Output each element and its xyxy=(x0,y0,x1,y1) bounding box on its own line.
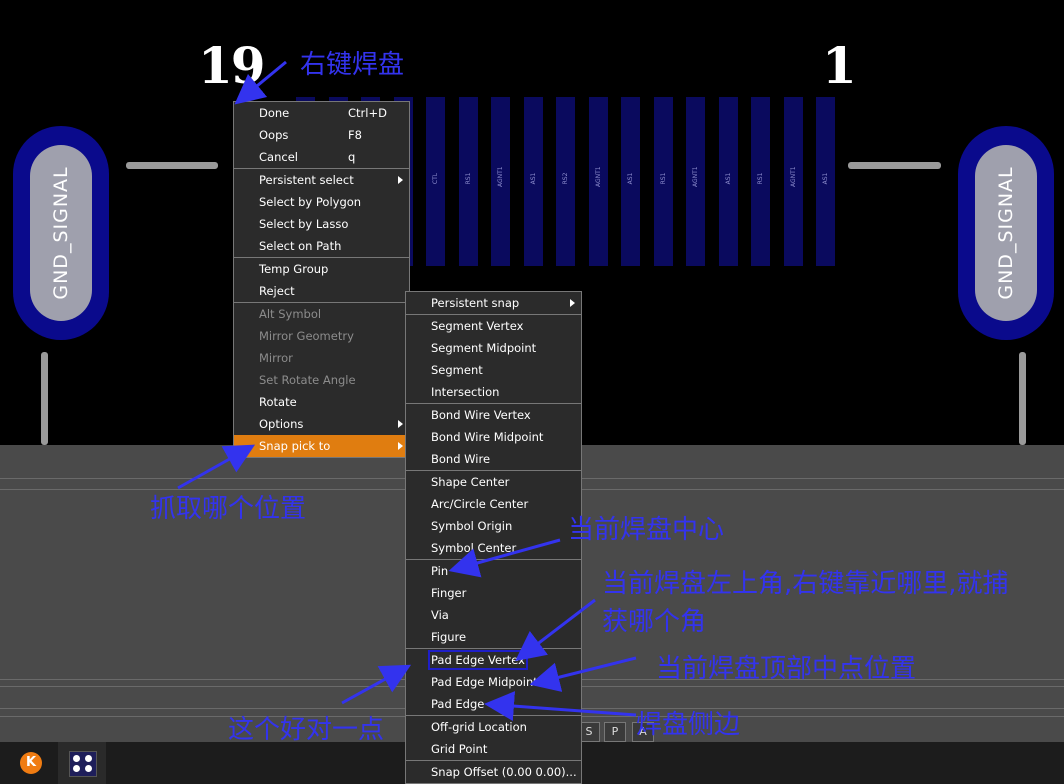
annotation-pad-center: 当前焊盘中心 xyxy=(568,515,725,545)
annotation-pad-corner-1: 当前焊盘左上角,右键靠近哪里,就捕 xyxy=(602,569,1009,599)
annotation-good-align: 这个好对一点 xyxy=(228,715,385,745)
annotation-pad-side: 焊盘侧边 xyxy=(636,710,741,740)
annotation-pad-top-mid: 当前焊盘顶部中点位置 xyxy=(656,654,917,684)
annotation-pad-corner-2: 获哪个角 xyxy=(602,607,707,637)
annotation-snap-where: 抓取哪个位置 xyxy=(150,494,307,524)
annotation-right-click-pad: 右键焊盘 xyxy=(300,50,405,80)
